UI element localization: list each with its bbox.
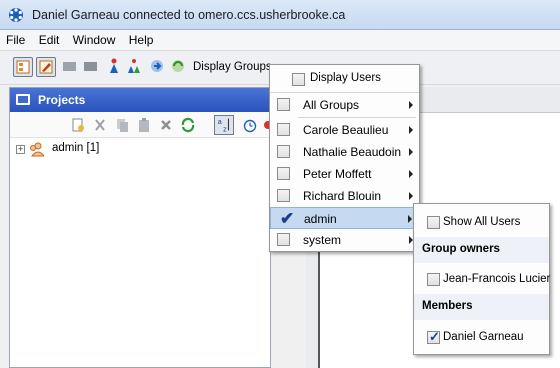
display-users-item[interactable]: Display Users	[270, 65, 419, 92]
admin-submenu: Show All Users Group owners Jean-Francoi…	[413, 203, 550, 355]
member-checkbox[interactable]	[427, 329, 440, 345]
show-all-users-item[interactable]: Show All Users	[414, 210, 549, 234]
screen-icon	[84, 62, 97, 71]
omero-app-icon	[9, 8, 23, 22]
show-all-users-label: Show All Users	[443, 216, 521, 228]
display-groups-menu: Display Users All Groups Carole Beaulieu…	[269, 64, 420, 252]
system-label: system	[303, 233, 342, 247]
disabled-view-button-2[interactable]	[81, 57, 101, 77]
sort-date-icon[interactable]	[242, 117, 258, 133]
users-button[interactable]	[105, 57, 125, 77]
menu-item-nathalie-beaudoin[interactable]: Nathalie Beaudoin	[270, 141, 419, 163]
submenu-arrow-icon	[408, 215, 412, 223]
people-group-icon	[128, 59, 140, 73]
window-title: Daniel Garneau connected to omero.ccs.us…	[32, 8, 346, 22]
import-button[interactable]	[148, 57, 168, 77]
group-owners-header: Group owners	[414, 237, 549, 263]
menu-separator	[270, 92, 419, 93]
submenu-arrow-icon	[409, 126, 413, 134]
menu-item-carole-beaulieu[interactable]: Carole Beaulieu	[270, 119, 419, 141]
carole-beaulieu-label: Carole Beaulieu	[303, 123, 389, 137]
tagging-button[interactable]	[36, 57, 56, 77]
all-groups-label: All Groups	[303, 98, 360, 112]
nathalie-beaudoin-label: Nathalie Beaudoin	[303, 145, 402, 159]
owner-label: Jean-Francois Lucier	[443, 273, 551, 285]
sync-icon	[172, 60, 184, 72]
group-button[interactable]	[125, 57, 145, 77]
menu-help[interactable]: Help	[123, 30, 158, 47]
disabled-view-button-1[interactable]	[60, 57, 80, 77]
menu-edit[interactable]: Edit	[33, 30, 64, 47]
menu-item-peter-moffett[interactable]: Peter Moffett	[270, 163, 419, 185]
paste-icon[interactable]	[136, 117, 152, 133]
display-groups-label[interactable]: Display Groups	[193, 61, 272, 73]
admin-label: admin	[304, 212, 337, 226]
import-icon	[151, 60, 163, 72]
projects-panel-header[interactable]: Projects	[10, 88, 270, 112]
owner-item[interactable]: Jean-Francois Lucier	[414, 267, 551, 291]
menu-window[interactable]: Window	[67, 30, 120, 47]
grid-icon	[63, 62, 76, 71]
cut-icon[interactable]	[92, 117, 108, 133]
display-users-checkbox[interactable]	[292, 73, 305, 86]
hierarchy-explorer-button[interactable]	[13, 57, 33, 77]
refresh-button[interactable]	[169, 57, 189, 77]
owner-checkbox[interactable]	[427, 273, 440, 286]
checkmark-icon: ✔	[280, 209, 295, 228]
menu-item-richard-blouin[interactable]: Richard Blouin	[270, 185, 419, 207]
menu-item-all-groups[interactable]: All Groups	[270, 94, 419, 116]
new-item-icon[interactable]	[70, 117, 86, 133]
submenu-arrow-icon	[409, 192, 413, 200]
menu-file[interactable]: File	[0, 30, 29, 47]
group-owners-title: Group owners	[422, 243, 500, 255]
edit-icon	[39, 60, 53, 74]
all-groups-checkbox[interactable]	[277, 98, 290, 111]
refresh-icon[interactable]	[180, 117, 196, 133]
menu-item-system[interactable]: system	[270, 229, 419, 251]
user-group-icon	[30, 142, 44, 157]
submenu-arrow-icon	[409, 101, 413, 109]
submenu-arrow-icon	[409, 148, 413, 156]
svg-text:z: z	[223, 124, 227, 133]
display-users-label: Display Users	[310, 72, 381, 84]
projects-panel: Projects a z + admin [1]	[9, 87, 271, 368]
projects-panel-title: Projects	[38, 93, 86, 107]
peter-moffett-label: Peter Moffett	[303, 167, 372, 181]
members-header: Members	[414, 294, 549, 320]
projects-toolbar: a z	[10, 112, 270, 138]
members-title: Members	[422, 300, 473, 312]
menu-item-admin[interactable]: ✔ admin	[270, 207, 419, 229]
tree-view-icon	[16, 60, 30, 74]
sort-alphabetical-icon[interactable]: a z	[214, 115, 234, 135]
menu-bar: File Edit Window Help	[0, 30, 560, 51]
peter-moffett-checkbox[interactable]	[277, 167, 290, 180]
copy-icon[interactable]	[114, 117, 130, 133]
member-item[interactable]: Daniel Garneau	[414, 325, 549, 349]
title-bar: Daniel Garneau connected to omero.ccs.us…	[0, 0, 560, 30]
show-all-users-checkbox[interactable]	[427, 216, 440, 229]
richard-blouin-checkbox[interactable]	[277, 189, 290, 202]
projects-folder-icon	[16, 94, 30, 105]
richard-blouin-label: Richard Blouin	[303, 189, 382, 203]
submenu-arrow-icon	[409, 170, 413, 178]
svg-text:a: a	[218, 117, 222, 126]
expand-toggle-icon[interactable]: +	[16, 145, 25, 154]
carole-beaulieu-checkbox[interactable]	[277, 123, 290, 136]
member-label: Daniel Garneau	[443, 331, 524, 343]
delete-icon[interactable]	[158, 117, 174, 133]
nathalie-beaudoin-checkbox[interactable]	[277, 145, 290, 158]
person-icon	[110, 58, 118, 73]
menu-separator	[298, 117, 416, 118]
system-checkbox[interactable]	[277, 233, 290, 246]
tree-node-label: admin [1]	[52, 142, 100, 154]
